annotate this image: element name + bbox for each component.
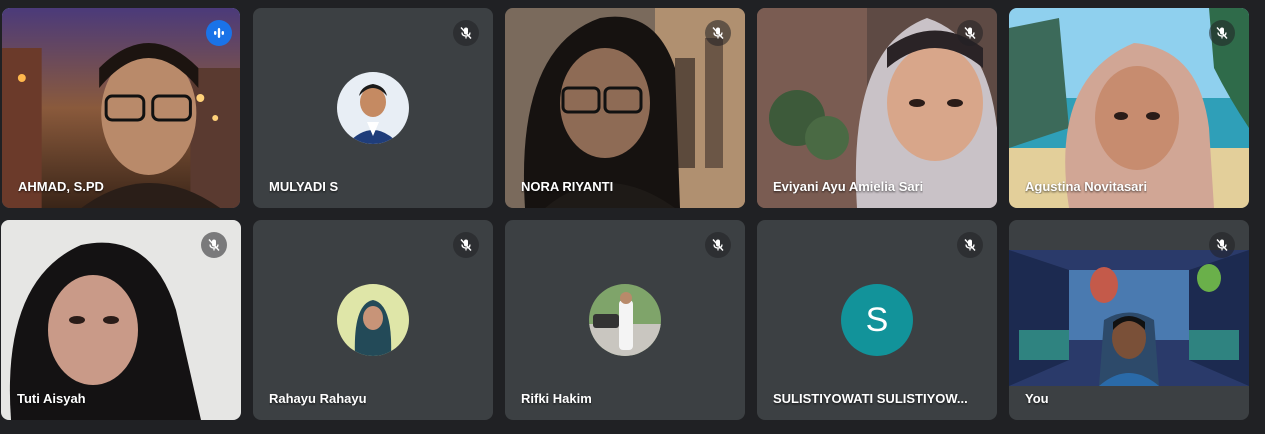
- mic-off-icon: [453, 232, 479, 258]
- mic-off-icon: [957, 20, 983, 46]
- avatar: [589, 284, 661, 356]
- participant-tile[interactable]: Rifki Hakim: [505, 220, 745, 420]
- mic-off-icon: [1209, 232, 1235, 258]
- participant-name: You: [1025, 391, 1049, 406]
- mic-off-icon: [201, 232, 227, 258]
- letter-avatar: S: [841, 284, 913, 356]
- participant-name: Agustina Novitasari: [1025, 179, 1148, 194]
- participant-video: [2, 8, 240, 208]
- participant-tile[interactable]: Agustina Novitasari: [1009, 8, 1249, 208]
- mic-off-icon: [705, 20, 731, 46]
- mic-off-icon: [705, 232, 731, 258]
- participant-tile[interactable]: MULYADI S: [253, 8, 493, 208]
- participant-name: MULYADI S: [269, 179, 339, 194]
- participant-tile[interactable]: AHMAD, S.PD: [2, 8, 240, 208]
- participant-name: SULISTIYOWATI SULISTIYOW...: [773, 391, 968, 406]
- participant-tile[interactable]: You: [1009, 220, 1249, 420]
- participant-tile[interactable]: Eviyani Ayu Amielia Sari: [757, 8, 997, 208]
- mic-off-icon: [453, 20, 479, 46]
- participant-tile[interactable]: S SULISTIYOWATI SULISTIYOW...: [757, 220, 997, 420]
- audio-level-icon: [206, 20, 232, 46]
- participant-name: Tuti Aisyah: [17, 391, 86, 406]
- participant-name: Eviyani Ayu Amielia Sari: [773, 179, 924, 194]
- participant-tile[interactable]: NORA RIYANTI: [505, 8, 745, 208]
- participant-tile[interactable]: Tuti Aisyah: [1, 220, 241, 420]
- mic-off-icon: [957, 232, 983, 258]
- participant-tile[interactable]: Rahayu Rahayu: [253, 220, 493, 420]
- avatar: [337, 72, 409, 144]
- participant-name: AHMAD, S.PD: [18, 179, 104, 194]
- participant-name: Rahayu Rahayu: [269, 391, 367, 406]
- self-video: [1009, 250, 1249, 386]
- mic-off-icon: [1209, 20, 1235, 46]
- avatar: [337, 284, 409, 356]
- participant-grid: AHMAD, S.PD MULYADI S NORA RIYANTI Eviya…: [0, 0, 1265, 434]
- participant-name: Rifki Hakim: [521, 391, 592, 406]
- participant-name: NORA RIYANTI: [521, 179, 614, 194]
